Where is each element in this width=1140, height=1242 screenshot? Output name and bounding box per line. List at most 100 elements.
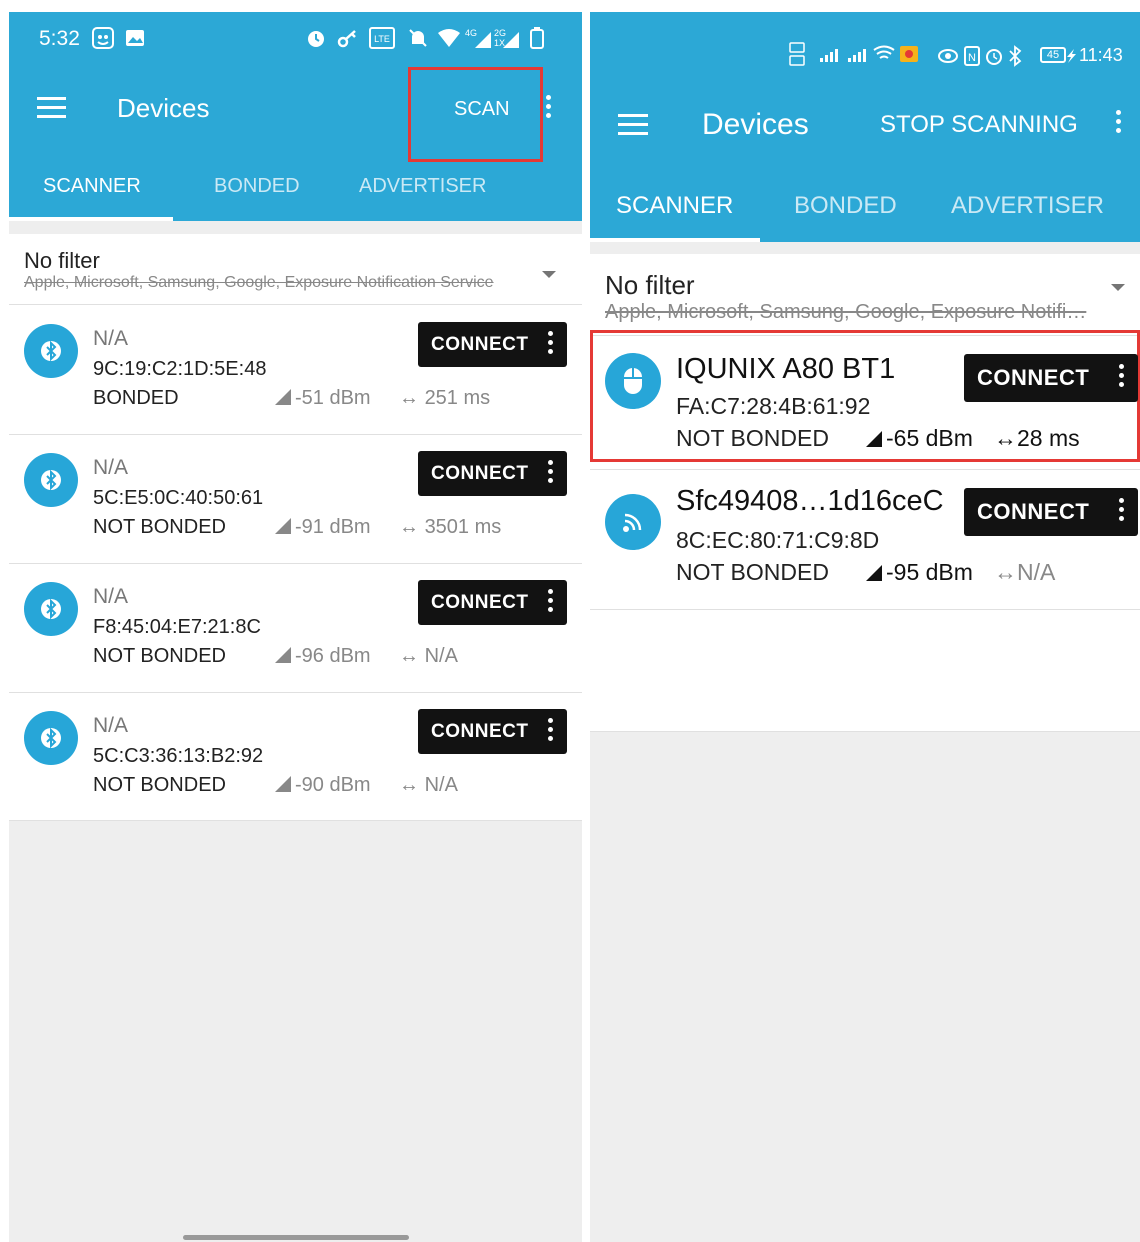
divider [9,820,582,821]
divider [590,731,1140,732]
menu-icon[interactable] [618,114,648,141]
device-name: N/A [93,456,129,479]
overflow-menu-icon[interactable] [546,95,551,122]
mute-icon [409,29,427,47]
list-item[interactable]: N/A F8:45:04:E7:21:8C NOT BONDED -96 dBm… [9,563,582,692]
device-list: No filter Apple, Microsoft, Samsung, Goo… [9,234,582,821]
bond-status: NOT BONDED [93,516,226,538]
dropdown-arrow-icon[interactable] [542,271,556,278]
interval-value: ↔ N/A [399,774,458,796]
connect-button[interactable]: CONNECT [964,354,1138,402]
device-mac: 8C:EC:80:71:C9:8D [676,527,880,553]
status-time: 5:32 [39,27,80,50]
tab-bonded[interactable]: BONDED [794,192,897,220]
device-name: Sfc49408…1d16ceC [676,485,944,517]
bluetooth-icon [24,324,78,378]
interval-value: ↔ N/A [399,645,458,667]
device-overflow-icon[interactable] [548,718,553,745]
charging-icon [1067,49,1076,63]
signal-icon [866,565,882,581]
wireless-icon [605,494,661,550]
signal-icon [866,431,882,447]
status-bar: 5:32 LTE 4G 2G 1X [9,12,582,67]
bluetooth-icon [24,582,78,636]
svg-text:N: N [968,52,976,64]
device-name: N/A [93,714,129,737]
device-name: N/A [93,327,129,350]
bluetooth-icon [24,711,78,765]
scan-button[interactable]: SCAN [454,98,510,121]
stop-scanning-button[interactable]: STOP SCANNING [880,111,1078,139]
wifi-icon [438,29,460,47]
device-overflow-icon[interactable] [548,460,553,487]
svg-text:LTE: LTE [374,34,390,44]
connect-button[interactable]: CONNECT [964,488,1138,536]
filter-title: No filter [605,270,695,300]
alarm-icon [308,31,324,47]
filter-selector[interactable]: No filter Apple, Microsoft, Samsung, Goo… [24,248,494,292]
left-screen: 5:32 LTE 4G 2G 1X Devices SCAN SCANNER BON… [9,12,582,1242]
device-name: IQUNIX A80 BT1 [676,353,896,385]
device-list: No filter Apple, Microsoft, Samsung, Goo… [590,254,1140,731]
mouse-icon [605,353,661,409]
bond-status: NOT BONDED [676,425,829,451]
signal-icon [275,518,291,534]
page-title: Devices [117,93,210,123]
list-item[interactable]: N/A 5C:C3:36:13:B2:92 NOT BONDED -90 dBm… [9,692,582,821]
device-overflow-icon[interactable] [548,589,553,616]
divider [590,609,1140,610]
device-overflow-icon[interactable] [1119,364,1124,391]
rssi-value: -91 dBm [275,516,371,539]
tab-advertiser[interactable]: ADVERTISER [951,192,1104,220]
gesture-nav-bar[interactable] [183,1235,409,1240]
rssi-value: -96 dBm [275,645,371,668]
image-notification-icon [126,30,144,46]
tab-indicator [9,217,173,221]
device-overflow-icon[interactable] [548,331,553,358]
list-item[interactable]: N/A 5C:E5:0C:40:50:61 NOT BONDED -91 dBm… [9,434,582,563]
battery-icon [530,27,544,49]
device-mac: FA:C7:28:4B:61:92 [676,393,871,419]
device-overflow-icon[interactable] [1119,498,1124,525]
device-name: N/A [93,585,129,608]
interval-value: ↔ 251 ms [399,387,491,409]
signal-icon [275,647,291,663]
tab-scanner[interactable]: SCANNER [43,175,141,198]
bond-status: NOT BONDED [676,559,829,585]
svg-text:4G: 4G [465,28,477,38]
bluetooth-icon [24,453,78,507]
network-status-icons [789,42,918,66]
tab-indicator [590,238,760,242]
dropdown-arrow-icon[interactable] [1111,284,1125,291]
tab-scanner[interactable]: SCANNER [616,192,733,220]
filter-selector[interactable]: No filter Apple, Microsoft, Samsung, Goo… [605,270,1086,324]
app-bar: Devices STOP SCANNING SCANNER BONDED ADV… [590,80,1140,242]
connect-button[interactable]: CONNECT [418,322,567,367]
system-status-icons: N [938,45,1022,67]
bond-status: BONDED [93,387,179,409]
interval-value: ↔28 ms [994,425,1080,451]
volte-icon: LTE [369,27,395,49]
list-item[interactable]: N/A 9C:19:C2:1D:5E:48 BONDED -51 dBm ↔ 2… [9,305,582,434]
cellular-signal-icon: 4G 2G1X [465,28,519,48]
rssi-value: -90 dBm [275,774,371,797]
status-bar: N 45 11:43 [590,12,1140,80]
bond-status: NOT BONDED [93,645,226,667]
list-item[interactable]: Sfc49408…1d16ceC 8C:EC:80:71:C9:8D NOT B… [590,469,1140,609]
connect-button[interactable]: CONNECT [418,580,567,625]
bond-status: NOT BONDED [93,774,226,796]
tab-advertiser[interactable]: ADVERTISER [359,175,486,198]
device-mac: 5C:E5:0C:40:50:61 [93,487,264,509]
list-item[interactable]: IQUNIX A80 BT1 FA:C7:28:4B:61:92 NOT BON… [590,335,1140,469]
tab-bonded[interactable]: BONDED [214,175,300,198]
right-screen: N 45 11:43 Devices STOP SCANNING SCANNER… [590,12,1140,1242]
menu-icon[interactable] [37,97,66,124]
rssi-value: -51 dBm [275,387,371,410]
connect-button[interactable]: CONNECT [418,709,567,754]
app-bar: Devices SCAN SCANNER BONDED ADVERTISER [9,67,582,221]
device-mac: F8:45:04:E7:21:8C [93,616,261,638]
filter-subtitle: Apple, Microsoft, Samsung, Google, Expos… [605,301,1087,323]
interval-value: ↔ 3501 ms [399,516,502,538]
connect-button[interactable]: CONNECT [418,451,567,496]
overflow-menu-icon[interactable] [1116,110,1121,137]
